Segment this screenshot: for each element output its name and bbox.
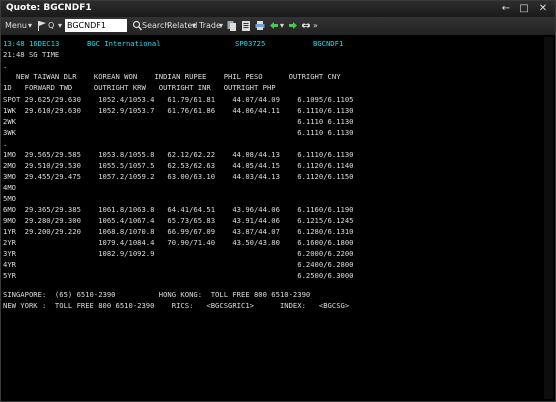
menu-dropdown-icon[interactable]: ▾ — [28, 20, 32, 32]
trade-dropdown-icon[interactable]: ▾ — [219, 20, 223, 32]
vertical-scrollbar[interactable] — [544, 37, 553, 399]
table-row: 2YR 1079.4/1084.4 70.90/71.40 43.50/43.8… — [3, 238, 354, 247]
title-bar: Quote: BGCNDF1 ← □ ✕ — [1, 1, 555, 17]
separator-dot: . — [3, 61, 8, 70]
column-header-1: NEW TAIWAN DLR KOREAN WON INDIAN RUPEE P… — [3, 72, 341, 81]
toolbar: Menu ▾ Q ▾ BGCNDF1 Search Related ▾ Trad… — [1, 17, 555, 35]
search-button[interactable]: Search — [142, 20, 169, 32]
print-icon[interactable] — [255, 20, 265, 31]
table-row: 5YR 6.2500/6.3000 — [3, 271, 354, 280]
search-icon[interactable] — [132, 20, 143, 31]
header-code: SP03725 — [235, 39, 266, 48]
table-row: 3MO 29.455/29.475 1057.2/1059.2 63.00/63… — [3, 172, 354, 181]
related-dropdown-icon[interactable]: ▾ — [192, 20, 196, 32]
copy-icon[interactable] — [227, 20, 237, 31]
menu-button[interactable]: Menu — [5, 20, 27, 32]
table-row: 4MO — [3, 183, 16, 192]
header-time: 13:48 — [3, 39, 25, 48]
header-source: BGC International — [87, 39, 161, 48]
header-date: 16DEC13 — [29, 39, 60, 48]
quote-page: 13:48 16DEC13 BGC International SP03725 … — [3, 37, 543, 397]
quote-window: Quote: BGCNDF1 ← □ ✕ Menu ▾ Q ▾ BGCNDF1 … — [0, 0, 556, 402]
table-row: 4YR 6.2400/6.2800 — [3, 260, 354, 269]
table-row: 1WK 29.610/29.630 1052.9/1053.7 61.76/61… — [3, 106, 354, 115]
maximize-button[interactable]: □ — [517, 2, 531, 15]
column-header-2: 1D FORWARD TWD OUTRIGHT KRW OUTRIGHT INR… — [3, 83, 276, 92]
table-row: SPOT 29.625/29.630 1052.4/1053.4 61.79/6… — [3, 95, 354, 104]
table-row: 1YR 29.200/29.220 1068.8/1070.8 66.99/67… — [3, 227, 354, 236]
table-row: 3YR 1082.9/1092.9 6.2000/6.2200 — [3, 249, 354, 258]
forward-arrow-icon[interactable] — [288, 20, 298, 31]
table-row: 5MO — [3, 194, 16, 203]
footer-line-2: NEW YORK : TOLL FREE 800 6510-2390 RICS:… — [3, 301, 350, 310]
more-button[interactable]: » — [313, 20, 318, 32]
link-icon[interactable] — [301, 20, 311, 31]
table-row: . — [3, 139, 8, 148]
back-dropdown-icon[interactable]: ▾ — [280, 20, 284, 32]
minimize-button[interactable]: ← — [499, 2, 513, 15]
back-arrow-icon[interactable] — [269, 20, 279, 31]
table-row: 9MO 29.280/29.300 1065.4/1067.4 65.73/65… — [3, 216, 354, 225]
table-row: 1MO 29.565/29.585 1053.8/1055.8 62.12/62… — [3, 150, 354, 159]
table-row: 2WK 6.1110 6.1130 — [3, 117, 354, 126]
ric-input[interactable]: BGCNDF1 — [65, 19, 127, 32]
footer-line-1: SINGAPORE: (65) 6510-2390 HONG KONG: TOL… — [3, 290, 311, 299]
table-row: 2MO 29.510/29.530 1055.5/1057.5 62.53/62… — [3, 161, 354, 170]
table-row: 3WK 6.1110 6.1130 — [3, 128, 354, 137]
q-dropdown-icon[interactable]: ▾ — [58, 20, 62, 32]
window-title: Quote: BGCNDF1 — [6, 3, 92, 13]
flag-icon[interactable] — [37, 20, 47, 31]
close-button[interactable]: ✕ — [536, 2, 550, 15]
q-label: Q — [48, 21, 55, 30]
header-ric: BGCNDF1 — [313, 39, 344, 48]
table-row: 6MO 29.365/29.385 1061.8/1063.8 64.41/64… — [3, 205, 354, 214]
page-icon[interactable] — [241, 20, 251, 31]
time-label: 21:48 SG TIME — [3, 50, 60, 59]
trade-button[interactable]: Trade — [199, 20, 221, 32]
